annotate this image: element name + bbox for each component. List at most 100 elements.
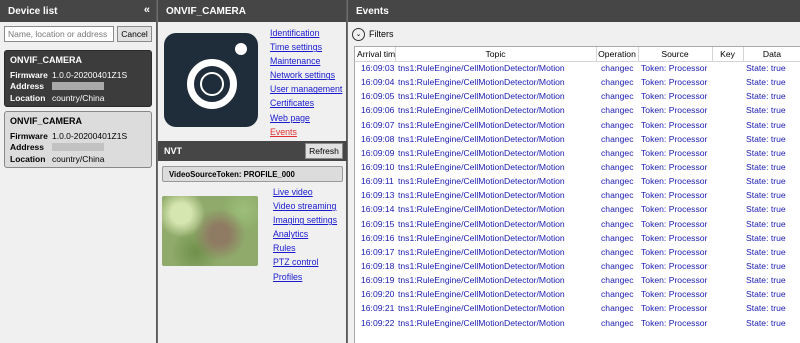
cell-data: State: true xyxy=(746,275,786,286)
table-row[interactable]: 16:09:15 tns1:RuleEngine/CellMotionDetect… xyxy=(355,217,800,231)
device-search-input[interactable] xyxy=(4,26,114,42)
col-key[interactable]: Key xyxy=(712,47,744,62)
cell-source: Token: Processor xyxy=(641,317,708,328)
location-value: country/China xyxy=(52,154,105,164)
table-row[interactable]: 16:09:03 tns1:RuleEngine/CellMotionDetect… xyxy=(355,61,800,75)
table-row[interactable]: 16:09:20 tns1:RuleEngine/CellMotionDetect… xyxy=(355,287,800,301)
cell-source: Token: Processor xyxy=(641,63,708,74)
device-card-1[interactable]: ONVIF_CAMERA Firmware 1.0.0-20200401Z1S … xyxy=(4,50,152,107)
table-row[interactable]: 16:09:16 tns1:RuleEngine/CellMotionDetect… xyxy=(355,231,800,245)
cell-topic: tns1:RuleEngine/CellMotionDetector/Motio… xyxy=(398,119,565,130)
link-ptz-control[interactable]: PTZ control xyxy=(273,255,345,269)
device-card-2[interactable]: ONVIF_CAMERA Firmware 1.0.0-20200401Z1S … xyxy=(4,111,152,168)
table-row[interactable]: 16:09:22 tns1:RuleEngine/CellMotionDetect… xyxy=(355,316,800,330)
table-row[interactable]: 16:09:21 tns1:RuleEngine/CellMotionDetect… xyxy=(355,301,800,315)
cell-topic: tns1:RuleEngine/CellMotionDetector/Motio… xyxy=(398,232,565,243)
cell-topic: tns1:RuleEngine/CellMotionDetector/Motio… xyxy=(398,63,565,74)
cell-topic: tns1:RuleEngine/CellMotionDetector/Motio… xyxy=(398,147,565,158)
link-imaging-settings[interactable]: Imaging settings xyxy=(273,213,345,227)
profile-selector[interactable]: VideoSourceToken: PROFILE_000 xyxy=(162,166,343,182)
cancel-search-button[interactable]: Cancel xyxy=(117,26,152,42)
table-row[interactable]: 16:09:06 tns1:RuleEngine/CellMotionDetect… xyxy=(355,103,800,117)
cell-topic: tns1:RuleEngine/CellMotionDetector/Motio… xyxy=(398,303,565,314)
filters-row[interactable]: ⌄ Filters xyxy=(348,22,800,43)
table-row[interactable]: 16:09:07 tns1:RuleEngine/CellMotionDetect… xyxy=(355,118,800,132)
table-row[interactable]: 16:09:11 tns1:RuleEngine/CellMotionDetect… xyxy=(355,174,800,188)
cell-key xyxy=(712,61,743,75)
cell-time: 16:09:20 xyxy=(361,289,395,300)
col-arrival-time[interactable]: Arrival tim xyxy=(355,47,396,62)
cell-key xyxy=(712,89,743,103)
device-name: ONVIF_CAMERA xyxy=(10,55,83,65)
cell-key xyxy=(712,174,743,188)
cell-source: Token: Processor xyxy=(641,190,708,201)
link-network-settings[interactable]: Network settings xyxy=(270,68,346,82)
table-row[interactable]: 16:09:08 tns1:RuleEngine/CellMotionDetect… xyxy=(355,132,800,146)
location-value: country/China xyxy=(52,93,105,103)
cell-time: 16:09:07 xyxy=(361,119,395,130)
link-profiles[interactable]: Profiles xyxy=(273,270,345,284)
cell-source: Token: Processor xyxy=(641,246,708,257)
cell-data: State: true xyxy=(746,261,786,272)
cell-time: 16:09:19 xyxy=(361,275,395,286)
table-row[interactable]: 16:09:17 tns1:RuleEngine/CellMotionDetect… xyxy=(355,245,800,259)
link-analytics[interactable]: Analytics xyxy=(273,227,345,241)
table-row[interactable]: 16:09:05 tns1:RuleEngine/CellMotionDetect… xyxy=(355,89,800,103)
cell-time: 16:09:08 xyxy=(361,133,395,144)
cell-topic: tns1:RuleEngine/CellMotionDetector/Motio… xyxy=(398,176,565,187)
link-live-video[interactable]: Live video xyxy=(273,185,345,199)
table-row[interactable]: 16:09:13 tns1:RuleEngine/CellMotionDetect… xyxy=(355,188,800,202)
table-row[interactable]: 16:09:14 tns1:RuleEngine/CellMotionDetect… xyxy=(355,202,800,216)
link-rules[interactable]: Rules xyxy=(273,241,345,255)
cell-key xyxy=(712,146,743,160)
firmware-value: 1.0.0-20200401Z1S xyxy=(52,70,128,80)
table-row[interactable]: 16:09:10 tns1:RuleEngine/CellMotionDetect… xyxy=(355,160,800,174)
link-events[interactable]: Events xyxy=(270,125,346,139)
cell-source: Token: Processor xyxy=(641,162,708,173)
link-user-management[interactable]: User management xyxy=(270,82,346,96)
col-operation[interactable]: Operation xyxy=(596,47,639,62)
cell-key xyxy=(712,316,743,330)
cell-source: Token: Processor xyxy=(641,176,708,187)
filters-label[interactable]: Filters xyxy=(369,29,394,39)
table-row[interactable]: 16:09:19 tns1:RuleEngine/CellMotionDetect… xyxy=(355,273,800,287)
link-video-streaming[interactable]: Video streaming xyxy=(273,199,345,213)
cell-data: State: true xyxy=(746,77,786,88)
cell-time: 16:09:15 xyxy=(361,218,395,229)
video-thumbnail[interactable] xyxy=(162,196,258,266)
cell-key xyxy=(712,160,743,174)
cell-key xyxy=(712,118,743,132)
device-list-title: Device list xyxy=(8,6,58,17)
cell-key xyxy=(712,231,743,245)
cell-source: Token: Processor xyxy=(641,218,708,229)
cell-time: 16:09:11 xyxy=(361,176,394,187)
table-row[interactable]: 16:09:09 tns1:RuleEngine/CellMotionDetect… xyxy=(355,146,800,160)
cell-source: Token: Processor xyxy=(641,133,708,144)
cell-source: Token: Processor xyxy=(641,204,708,215)
cell-time: 16:09:22 xyxy=(361,317,395,328)
cell-source: Token: Processor xyxy=(641,261,708,272)
table-row[interactable]: 16:09:04 tns1:RuleEngine/CellMotionDetect… xyxy=(355,75,800,89)
cell-data: State: true xyxy=(746,176,786,187)
location-label: Location xyxy=(10,93,46,103)
link-time-settings[interactable]: Time settings xyxy=(270,40,346,54)
cell-topic: tns1:RuleEngine/CellMotionDetector/Motio… xyxy=(398,190,565,201)
col-data[interactable]: Data xyxy=(743,47,800,62)
cell-time: 16:09:09 xyxy=(361,147,395,158)
col-topic[interactable]: Topic xyxy=(395,47,597,62)
collapse-panel-icon[interactable]: « xyxy=(144,4,150,16)
refresh-button[interactable]: Refresh xyxy=(305,143,343,159)
location-row: Location country/China xyxy=(10,93,146,104)
link-identification[interactable]: Identification xyxy=(270,26,346,40)
link-maintenance[interactable]: Maintenance xyxy=(270,54,346,68)
cell-key xyxy=(712,301,743,315)
cell-source: Token: Processor xyxy=(641,232,708,243)
col-source[interactable]: Source xyxy=(638,47,713,62)
cell-operation: changec xyxy=(601,261,634,272)
table-row[interactable]: 16:09:18 tns1:RuleEngine/CellMotionDetect… xyxy=(355,259,800,273)
link-certificates[interactable]: Certificates xyxy=(270,96,346,110)
events-rows: 16:09:03 tns1:RuleEngine/CellMotionDetect… xyxy=(355,61,800,330)
chevron-down-icon[interactable]: ⌄ xyxy=(352,27,365,41)
events-panel: Events ⌄ Filters Arrival tim Topic Opera… xyxy=(348,0,800,343)
link-web-page[interactable]: Web page xyxy=(270,111,346,125)
